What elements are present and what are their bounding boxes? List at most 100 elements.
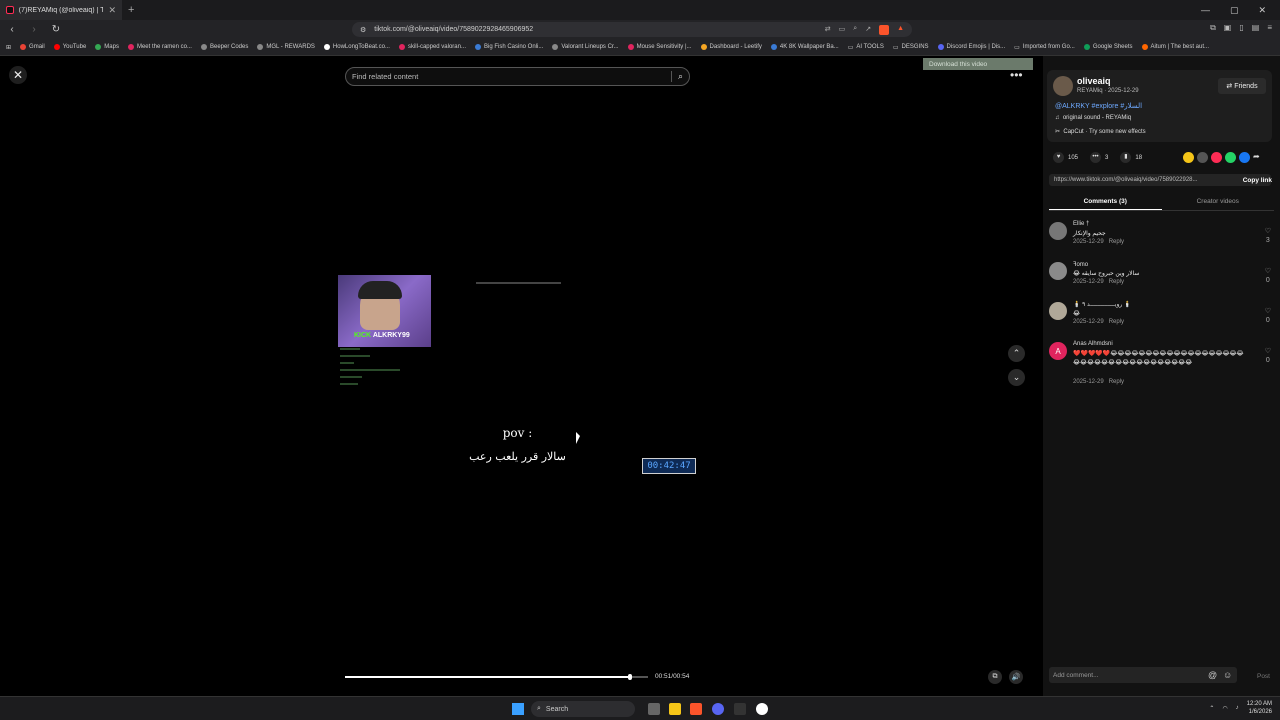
bookmark-item[interactable]: Mouse Sensitivity |... bbox=[627, 44, 692, 50]
system-clock[interactable]: 12:20 AM 1/6/2026 bbox=[1247, 700, 1272, 716]
bookmark-folder[interactable]: ▭ DESGINS bbox=[893, 44, 929, 51]
apps-grid-icon[interactable]: ⊞ bbox=[6, 44, 11, 51]
picture-in-picture-icon[interactable]: ⧉ bbox=[988, 670, 1002, 684]
comment-username[interactable]: ꟻomo bbox=[1073, 261, 1088, 268]
save-stat[interactable]: ▮ 18 bbox=[1120, 152, 1142, 163]
share-more-icon[interactable]: ➦ bbox=[1253, 152, 1260, 163]
share-friends-icon[interactable] bbox=[1211, 152, 1222, 163]
tab-creator-videos[interactable]: Creator videos bbox=[1162, 194, 1275, 210]
mention-icon[interactable]: @ bbox=[1208, 670, 1217, 680]
bookmark-item[interactable]: Google Sheets bbox=[1083, 44, 1133, 50]
bookmark-item[interactable]: Big Fish Casino Onli... bbox=[474, 44, 543, 50]
file-explorer-icon[interactable] bbox=[669, 703, 681, 715]
share-coin-icon[interactable] bbox=[1183, 152, 1194, 163]
translate-icon[interactable]: ⇄ bbox=[825, 25, 831, 35]
menu-icon[interactable]: ≡ bbox=[1267, 23, 1272, 33]
bookmark-item[interactable]: YouTube bbox=[53, 44, 86, 50]
related-search-input[interactable]: Find related content ⌕ bbox=[345, 67, 690, 86]
comment-avatar[interactable] bbox=[1049, 302, 1067, 320]
comment-stat[interactable]: ••• 3 bbox=[1090, 152, 1108, 163]
video-progress-bar[interactable] bbox=[345, 674, 648, 680]
x-app-icon[interactable] bbox=[734, 703, 746, 715]
app-icon[interactable] bbox=[756, 703, 768, 715]
reload-icon[interactable]: ↻ bbox=[50, 24, 62, 35]
brave-browser-icon[interactable] bbox=[690, 703, 702, 715]
bookmark-item[interactable]: Meet the ramen co... bbox=[127, 44, 192, 50]
taskbar-search[interactable]: ⌕ Search bbox=[531, 701, 635, 717]
video-player[interactable]: Find related content ⌕ KICK ALKRKY99 pov… bbox=[338, 56, 697, 696]
comment-like[interactable]: ♡ 3 bbox=[1265, 227, 1271, 245]
reply-button[interactable]: Reply bbox=[1109, 239, 1124, 245]
next-video-button[interactable]: ⌄ bbox=[1008, 369, 1025, 386]
friends-button[interactable]: ⇄ Friends bbox=[1218, 78, 1266, 94]
author-avatar[interactable] bbox=[1053, 76, 1073, 96]
brave-shields-icon[interactable] bbox=[879, 24, 890, 35]
bookmark-item[interactable]: Aitum | The best aut... bbox=[1141, 44, 1209, 50]
windows-start-icon[interactable] bbox=[512, 703, 524, 715]
cast-icon[interactable]: ▭ bbox=[839, 25, 846, 35]
forward-icon[interactable]: › bbox=[28, 24, 40, 35]
brave-rewards-icon[interactable]: ▲ bbox=[897, 25, 904, 35]
tab-close-icon[interactable]: ✕ bbox=[108, 5, 116, 16]
browser-tab[interactable]: (7)REYAMiq (@oliveaiq) | TikTok ✕ bbox=[0, 0, 122, 20]
post-button[interactable]: Post bbox=[1257, 673, 1270, 680]
task-view-icon[interactable] bbox=[648, 703, 660, 715]
video-description[interactable]: @ALKRKY #explore #السلار bbox=[1055, 102, 1142, 110]
back-icon[interactable]: ‹ bbox=[6, 24, 18, 35]
video-link-field[interactable]: https://www.tiktok.com/@oliveaiq/video/7… bbox=[1049, 174, 1271, 186]
bookmark-item[interactable]: Maps bbox=[95, 44, 119, 50]
comment-username[interactable]: 🕯️ رويــــــــــــــد ٩ 🕯️ bbox=[1073, 301, 1131, 308]
comment-like[interactable]: ♡ 0 bbox=[1265, 267, 1271, 285]
new-tab-button[interactable]: + bbox=[128, 4, 134, 16]
copy-link-button[interactable]: Copy link bbox=[1243, 177, 1272, 184]
comment-username[interactable]: Anas Alhmdsni bbox=[1073, 341, 1113, 347]
like-stat[interactable]: ♥ 105 bbox=[1053, 152, 1078, 163]
bookmark-item[interactable]: Gmail bbox=[20, 44, 45, 50]
bookmark-item[interactable]: Valorant Lineups Cr... bbox=[552, 44, 619, 50]
video-progress-thumb[interactable] bbox=[627, 674, 632, 680]
reply-button[interactable]: Reply bbox=[1109, 379, 1124, 385]
comment-like[interactable]: ♡ 0 bbox=[1265, 347, 1271, 365]
emoji-icon[interactable]: ☺ bbox=[1223, 670, 1232, 680]
comment-avatar[interactable] bbox=[1049, 222, 1067, 240]
tab-search-icon[interactable]: ▤ bbox=[1252, 23, 1260, 33]
address-bar[interactable]: ⚙ tiktok.com/@oliveaiq/video/75890229284… bbox=[352, 22, 912, 37]
comment-avatar[interactable] bbox=[1049, 262, 1067, 280]
bookmark-folder[interactable]: ▭ Imported from Go... bbox=[1014, 44, 1075, 51]
extensions-icon[interactable]: ⧉ bbox=[1210, 23, 1216, 33]
more-options-icon[interactable]: ••• bbox=[1010, 68, 1023, 82]
bookmark-item[interactable]: skill-capped valoran... bbox=[398, 44, 466, 50]
bookmark-item[interactable]: HowLongToBeat.co... bbox=[323, 44, 390, 50]
sidebar-icon[interactable]: ▯ bbox=[1239, 23, 1243, 33]
bookmark-item[interactable]: MGL - REWARDS bbox=[257, 44, 315, 50]
tray-overflow-icon[interactable]: ⌃ bbox=[1209, 705, 1214, 712]
discord-icon[interactable] bbox=[712, 703, 724, 715]
capcut-link[interactable]: ✂ CapCut · Try some new effects bbox=[1055, 128, 1146, 135]
bookmark-item[interactable]: Discord Emojis | Dis... bbox=[937, 44, 1005, 50]
window-close-icon[interactable]: ✕ bbox=[1258, 5, 1266, 16]
volume-icon[interactable]: 🔊 bbox=[1009, 670, 1023, 684]
reply-button[interactable]: Reply bbox=[1109, 279, 1124, 285]
share-page-icon[interactable]: ↗ bbox=[865, 25, 871, 35]
share-facebook-icon[interactable] bbox=[1239, 152, 1250, 163]
search-icon[interactable]: ⌕ bbox=[678, 71, 683, 82]
zoom-icon[interactable]: ⌕ bbox=[853, 25, 857, 35]
share-whatsapp-icon[interactable] bbox=[1225, 152, 1236, 163]
reply-button[interactable]: Reply bbox=[1109, 319, 1124, 325]
sound-link[interactable]: ♫ original sound - REYAMiq bbox=[1055, 115, 1131, 121]
volume-tray-icon[interactable]: ♪ bbox=[1236, 705, 1239, 711]
bookmark-item[interactable]: Dashboard - Leetify bbox=[700, 44, 762, 50]
wallet-icon[interactable]: ▣ bbox=[1224, 23, 1232, 33]
maximize-icon[interactable]: ▢ bbox=[1230, 5, 1239, 16]
bookmark-item[interactable]: 4K 8K Wallpaper Ba... bbox=[770, 44, 839, 50]
share-embed-icon[interactable] bbox=[1197, 152, 1208, 163]
tab-comments[interactable]: Comments (3) bbox=[1049, 194, 1162, 210]
wifi-icon[interactable]: ◠ bbox=[1222, 705, 1227, 712]
minimize-icon[interactable]: — bbox=[1201, 5, 1210, 16]
bookmark-folder[interactable]: ▭ AI TOOLS bbox=[848, 44, 884, 51]
close-video-button[interactable]: ✕ bbox=[9, 66, 27, 84]
bookmark-item[interactable]: Beeper Codes bbox=[200, 44, 248, 50]
author-name[interactable]: oliveaiq bbox=[1077, 76, 1111, 86]
comment-avatar[interactable]: A bbox=[1049, 342, 1067, 360]
comment-username[interactable]: Ellie † bbox=[1073, 221, 1089, 227]
